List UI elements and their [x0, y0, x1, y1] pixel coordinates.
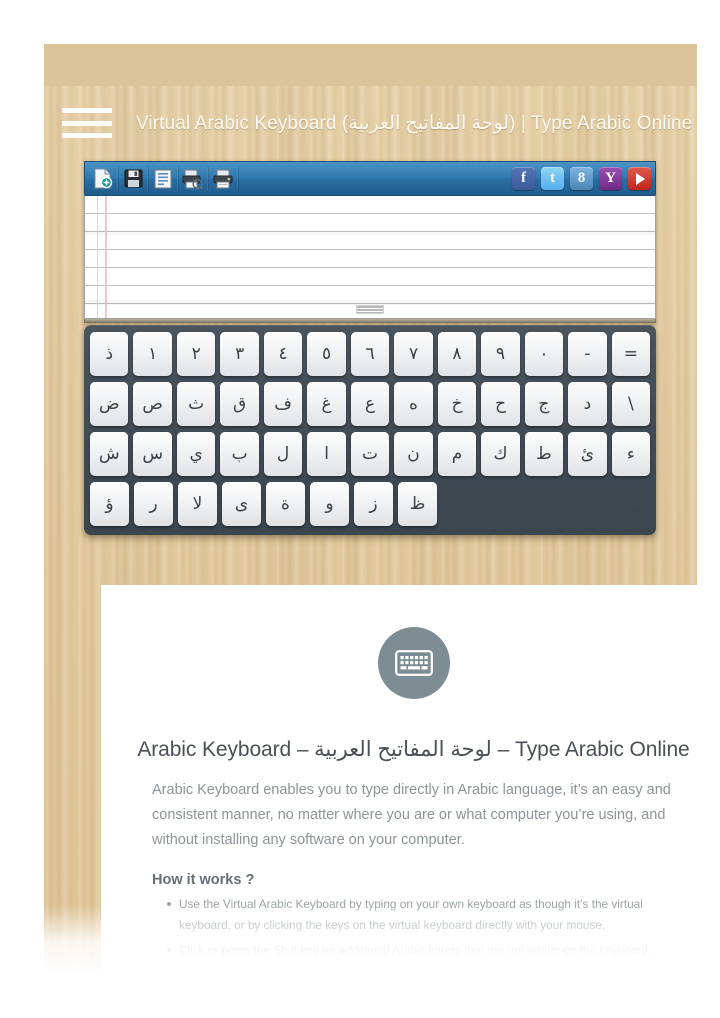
keyboard-key[interactable]: -: [568, 332, 607, 376]
content-heading: Arabic Keyboard – لوحة المفاتيح العربية …: [137, 738, 690, 761]
keyboard-key[interactable]: ٤: [263, 332, 303, 376]
keyboard-key[interactable]: ٦: [350, 332, 390, 376]
page-top-band: [44, 44, 697, 86]
keyboard-key[interactable]: =: [611, 332, 651, 376]
keyboard-key[interactable]: ؤ: [90, 482, 129, 526]
keyboard-key[interactable]: ئ: [568, 432, 607, 476]
youtube-icon[interactable]: [628, 167, 651, 190]
keyboard-key[interactable]: لا: [178, 482, 217, 526]
keyboard-key[interactable]: ح: [481, 382, 520, 426]
keyboard-key[interactable]: س: [133, 432, 172, 476]
keyboard-key[interactable]: ص: [133, 382, 172, 426]
keyboard-key[interactable]: و: [310, 482, 349, 526]
document-icon[interactable]: [149, 165, 177, 192]
keyboard-key[interactable]: ه: [394, 382, 433, 426]
editor-toolbar: f t 8 Y: [84, 161, 656, 195]
keyboard-key[interactable]: ش: [90, 432, 129, 476]
keyboard-key[interactable]: ط: [524, 432, 564, 476]
keyboard-key[interactable]: ٢: [176, 332, 216, 376]
textarea-resize-grip[interactable]: [356, 305, 384, 314]
keyboard-key[interactable]: ة: [266, 482, 305, 526]
keyboard-key[interactable]: ل: [263, 432, 303, 476]
keyboard-icon: [377, 627, 450, 699]
editor-widget: f t 8 Y: [84, 161, 656, 323]
keyboard-glyph: [394, 650, 433, 676]
hamburger-bar: [62, 133, 112, 138]
toolbar-tools: [89, 165, 237, 192]
keyboard-key[interactable]: ي: [176, 432, 216, 476]
section-how-it-works-title: How it works ?: [152, 871, 255, 888]
keyboard-key[interactable]: ن: [394, 432, 433, 476]
keyboard-row: شسيبلاتنمكطئء: [90, 432, 651, 476]
site-header: Virtual Arabic Keyboard (لوحة المفاتيح ا…: [44, 100, 697, 146]
new-document-glyph: [94, 168, 113, 189]
keyboard-row: ض ص ث ق ف غ ع ه خ ح ج د \: [90, 382, 651, 426]
save-icon[interactable]: [119, 165, 147, 192]
how-it-works-list: Use the Virtual Arabic Keyboard by typin…: [167, 894, 686, 961]
print-preview-glyph: [182, 169, 204, 189]
keyboard-key[interactable]: ر: [134, 482, 173, 526]
content-panel: Arabic Keyboard – لوحة المفاتيح العربية …: [101, 585, 697, 974]
play-triangle-icon: [636, 172, 645, 185]
floppy-glyph: [124, 169, 142, 188]
google-plus-icon[interactable]: 8: [570, 167, 593, 190]
new-document-icon[interactable]: [89, 165, 117, 192]
keyboard-key[interactable]: ق: [220, 382, 259, 426]
toolbar-social: f t 8 Y: [508, 167, 651, 190]
keyboard-key[interactable]: د: [568, 382, 607, 426]
keyboard-key[interactable]: ء: [611, 432, 651, 476]
list-item: Click or press the Shift key for additio…: [167, 940, 686, 961]
arabic-text-input[interactable]: [84, 195, 656, 319]
keyboard-key[interactable]: ٧: [394, 332, 433, 376]
keyboard-key[interactable]: ظ: [398, 482, 437, 526]
yahoo-icon[interactable]: Y: [599, 167, 622, 190]
keyboard-key[interactable]: ج: [524, 382, 564, 426]
twitter-icon[interactable]: t: [541, 167, 564, 190]
virtual-keyboard: ذ ١ ٢ ٣ ٤ ٥ ٦ ٧ ٨ ٩ ٠- = ض ص ث ق ف غ ع ه خ ح ج د \ شسيبلاتنمكطئ…: [84, 325, 656, 535]
page-title: Virtual Arabic Keyboard (لوحة المفاتيح ا…: [136, 112, 693, 134]
keyboard-row: ؤ ر لا ى ة و ز ظ: [90, 482, 650, 526]
editor-footer-bar: [84, 319, 656, 323]
facebook-icon[interactable]: f: [512, 167, 535, 190]
hamburger-bar: [62, 108, 112, 113]
keyboard-row: ذ ١ ٢ ٣ ٤ ٥ ٦ ٧ ٨ ٩ ٠- =: [90, 332, 651, 376]
list-item: Use the Virtual Arabic Keyboard by typin…: [167, 894, 686, 937]
hamburger-bar: [62, 120, 112, 126]
keyboard-key[interactable]: ٥: [307, 332, 346, 376]
keyboard-key[interactable]: ف: [263, 382, 303, 426]
keyboard-key[interactable]: ز: [354, 482, 393, 526]
hamburger-icon[interactable]: [62, 108, 112, 138]
keyboard-key[interactable]: ض: [90, 382, 129, 426]
document-glyph: [154, 169, 172, 188]
keyboard-key[interactable]: ت: [350, 432, 390, 476]
screenshot-root: Virtual Arabic Keyboard (لوحة المفاتيح ا…: [0, 0, 720, 1018]
keyboard-key[interactable]: ذ: [90, 332, 129, 376]
keyboard-key[interactable]: ك: [481, 432, 520, 476]
keyboard-key[interactable]: ٩: [481, 332, 520, 376]
keyboard-key[interactable]: ب: [220, 432, 259, 476]
keyboard-key[interactable]: خ: [437, 382, 477, 426]
keyboard-key[interactable]: ٠: [524, 332, 564, 376]
keyboard-key[interactable]: م: [437, 432, 477, 476]
keyboard-key[interactable]: \: [611, 382, 651, 426]
printer-glyph: [213, 169, 233, 188]
keyboard-key[interactable]: ث: [176, 382, 216, 426]
keyboard-key[interactable]: ٨: [437, 332, 477, 376]
keyboard-key[interactable]: ى: [222, 482, 261, 526]
content-lead: Arabic Keyboard enables you to type dire…: [152, 782, 671, 848]
print-icon[interactable]: [209, 165, 237, 192]
keyboard-key[interactable]: غ: [307, 382, 346, 426]
paper-shade-band: [85, 230, 655, 235]
keyboard-key[interactable]: ١: [133, 332, 172, 376]
print-preview-icon[interactable]: [179, 165, 207, 192]
keyboard-key[interactable]: ا: [307, 432, 346, 476]
keyboard-key[interactable]: ٣: [220, 332, 259, 376]
keyboard-key[interactable]: ع: [350, 382, 390, 426]
